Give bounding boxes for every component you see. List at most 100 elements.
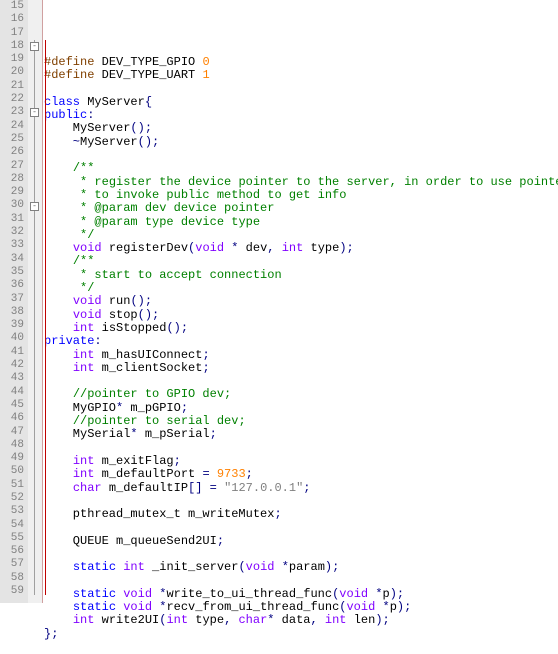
code-line[interactable]: static void *recv_from_ui_thread_func(vo… xyxy=(44,601,558,614)
token: ; xyxy=(202,348,209,362)
code-line[interactable]: //pointer to GPIO dev; xyxy=(44,388,558,401)
token: param xyxy=(289,560,325,574)
token: , xyxy=(311,613,318,627)
line-number: 49 xyxy=(0,452,24,465)
token: MyServer xyxy=(80,135,138,149)
code-line[interactable]: //pointer to serial dev; xyxy=(44,415,558,428)
line-number: 27 xyxy=(0,160,24,173)
code-line[interactable]: void registerDev(void * dev, int type); xyxy=(44,242,558,255)
token: , xyxy=(224,613,231,627)
code-line[interactable]: * start to accept connection xyxy=(44,269,558,282)
token xyxy=(44,215,80,229)
line-number: 54 xyxy=(0,519,24,532)
code-line[interactable]: * to invoke public method to get info xyxy=(44,189,558,202)
code-line[interactable]: private: xyxy=(44,335,558,348)
code-line[interactable]: }; xyxy=(44,628,558,641)
code-line[interactable] xyxy=(44,149,558,162)
code-line[interactable]: int isStopped(); xyxy=(44,322,558,335)
code-line[interactable] xyxy=(44,83,558,96)
line-number: 24 xyxy=(0,120,24,133)
token: ; xyxy=(303,481,310,495)
token: ; xyxy=(181,401,188,415)
token: ; xyxy=(174,454,181,468)
code-line[interactable]: MyGPIO* m_pGPIO; xyxy=(44,402,558,415)
code-line[interactable] xyxy=(44,442,558,455)
token: * start to accept connection xyxy=(80,268,282,282)
code-line[interactable]: int write2UI(int type, char* data, int l… xyxy=(44,614,558,627)
code-line[interactable]: * @param type device type xyxy=(44,216,558,229)
token: registerDev xyxy=(102,241,188,255)
line-number: 32 xyxy=(0,226,24,239)
token: ); xyxy=(339,241,353,255)
code-line[interactable]: int m_clientSocket; xyxy=(44,362,558,375)
line-number: 31 xyxy=(0,213,24,226)
token: m_pSerial xyxy=(138,427,210,441)
code-line[interactable]: class MyServer{ xyxy=(44,96,558,109)
code-line[interactable] xyxy=(44,495,558,508)
code-area[interactable]: #define DEV_TYPE_GPIO 0#define DEV_TYPE_… xyxy=(42,0,558,603)
token: int xyxy=(73,348,95,362)
token: int xyxy=(282,241,304,255)
fold-toggle[interactable]: - xyxy=(30,108,39,117)
code-line[interactable]: int m_hasUIConnect; xyxy=(44,349,558,362)
code-line[interactable]: MyServer(); xyxy=(44,122,558,135)
token xyxy=(44,175,80,189)
token xyxy=(217,481,224,495)
code-line[interactable]: * @param dev device pointer xyxy=(44,202,558,215)
token: static xyxy=(73,600,116,614)
code-line[interactable]: MySerial* m_pSerial; xyxy=(44,428,558,441)
token: ( xyxy=(159,613,166,627)
token: * xyxy=(375,587,382,601)
token xyxy=(44,201,80,215)
token: run xyxy=(102,294,131,308)
code-line[interactable]: static void *write_to_ui_thread_func(voi… xyxy=(44,588,558,601)
code-line[interactable]: * register the device pointer to the ser… xyxy=(44,176,558,189)
code-line[interactable]: /** xyxy=(44,162,558,175)
token: void xyxy=(246,560,275,574)
code-line[interactable]: */ xyxy=(44,282,558,295)
token xyxy=(44,454,73,468)
code-line[interactable] xyxy=(44,548,558,561)
code-line[interactable]: #define DEV_TYPE_GPIO 0 xyxy=(44,56,558,69)
code-line[interactable]: ~MyServer(); xyxy=(44,136,558,149)
token: type xyxy=(303,241,339,255)
token xyxy=(44,241,73,255)
line-number: 55 xyxy=(0,532,24,545)
token: /** xyxy=(73,161,95,175)
fold-toggle[interactable]: - xyxy=(30,202,39,211)
code-editor[interactable]: 1516171819202122232425262728293031323334… xyxy=(0,0,558,603)
token: private xyxy=(44,334,94,348)
code-line[interactable]: int m_exitFlag; xyxy=(44,455,558,468)
token: ; xyxy=(202,361,209,375)
token: void xyxy=(346,600,375,614)
token: char xyxy=(238,613,267,627)
code-line[interactable]: int m_defaultPort = 9733; xyxy=(44,468,558,481)
token: stop xyxy=(102,308,138,322)
code-line[interactable] xyxy=(44,641,558,654)
code-line[interactable]: char m_defaultIP[] = "127.0.0.1"; xyxy=(44,482,558,495)
fold-column: - - - xyxy=(28,0,42,603)
code-line[interactable]: public: xyxy=(44,109,558,122)
line-number: 38 xyxy=(0,306,24,319)
token: void xyxy=(73,308,102,322)
line-number: 35 xyxy=(0,266,24,279)
code-line[interactable]: pthread_mutex_t m_writeMutex; xyxy=(44,508,558,521)
code-line[interactable]: */ xyxy=(44,229,558,242)
code-line[interactable]: void run(); xyxy=(44,295,558,308)
token: DEV_TYPE_GPIO xyxy=(94,55,202,69)
token: void xyxy=(123,587,152,601)
line-number: 19 xyxy=(0,53,24,66)
code-line[interactable] xyxy=(44,575,558,588)
code-line[interactable]: #define DEV_TYPE_UART 1 xyxy=(44,69,558,82)
token: int xyxy=(73,467,95,481)
fold-toggle[interactable]: - xyxy=(30,42,39,51)
code-line[interactable]: static int _init_server(void *param); xyxy=(44,561,558,574)
code-line[interactable]: void stop(); xyxy=(44,309,558,322)
code-line[interactable]: QUEUE m_queueSend2UI; xyxy=(44,535,558,548)
code-line[interactable] xyxy=(44,521,558,534)
token: dev xyxy=(238,241,267,255)
token: 0 xyxy=(202,55,209,69)
code-line[interactable] xyxy=(44,375,558,388)
line-number: 17 xyxy=(0,27,24,40)
code-line[interactable]: /** xyxy=(44,255,558,268)
